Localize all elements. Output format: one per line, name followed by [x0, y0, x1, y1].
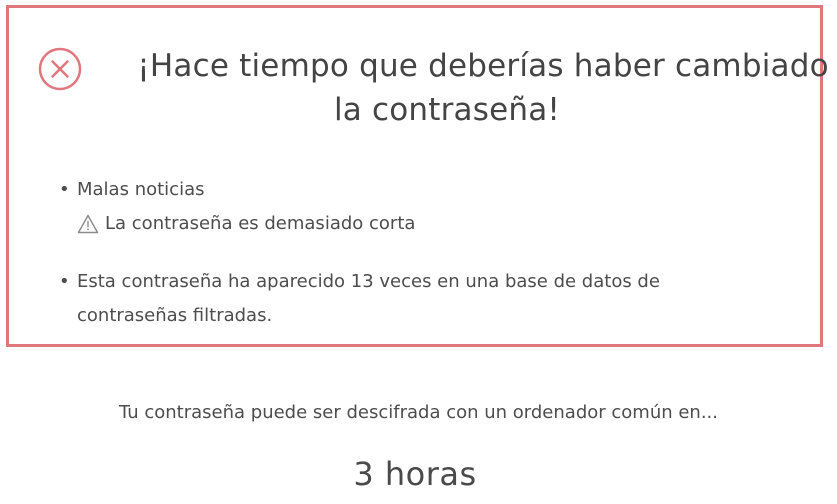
- feedback-list: • Malas noticias La contraseña es demasi…: [57, 173, 797, 333]
- crack-time-label: Tu contraseña puede ser descifrada con u…: [118, 402, 719, 423]
- password-alert-box: ¡Hace tiempo que deberías haber cambiado…: [6, 5, 829, 347]
- alert-title-line-2: la contraseña!: [333, 92, 561, 128]
- bullet-dot: •: [59, 179, 70, 200]
- feedback-item-breach: • Esta contraseña ha aparecido 13 veces …: [57, 265, 797, 333]
- item-spacer: [57, 241, 797, 265]
- crack-time-value: 3 horas: [353, 455, 477, 493]
- breach-text-line-1: Esta contraseña ha aparecido 13 veces en…: [77, 271, 660, 292]
- bullet-dot: •: [59, 271, 70, 292]
- alert-header: ¡Hace tiempo que deberías haber cambiado…: [37, 44, 829, 144]
- alert-title: ¡Hace tiempo que deberías haber cambiado…: [57, 44, 837, 132]
- password-check-page: ¡Hace tiempo que deberías haber cambiado…: [0, 0, 837, 504]
- feedback-item-bad-news: • Malas noticias La contraseña es demasi…: [57, 173, 797, 241]
- warning-triangle-icon: [77, 214, 99, 234]
- warning-row: La contraseña es demasiado corta: [77, 207, 797, 241]
- warning-text: La contraseña es demasiado corta: [105, 213, 416, 234]
- feedback-item-label: Malas noticias: [77, 179, 205, 200]
- breach-text-line-2: contraseñas filtradas.: [77, 305, 273, 326]
- alert-title-line-1: ¡Hace tiempo que deberías haber cambiado: [137, 48, 829, 84]
